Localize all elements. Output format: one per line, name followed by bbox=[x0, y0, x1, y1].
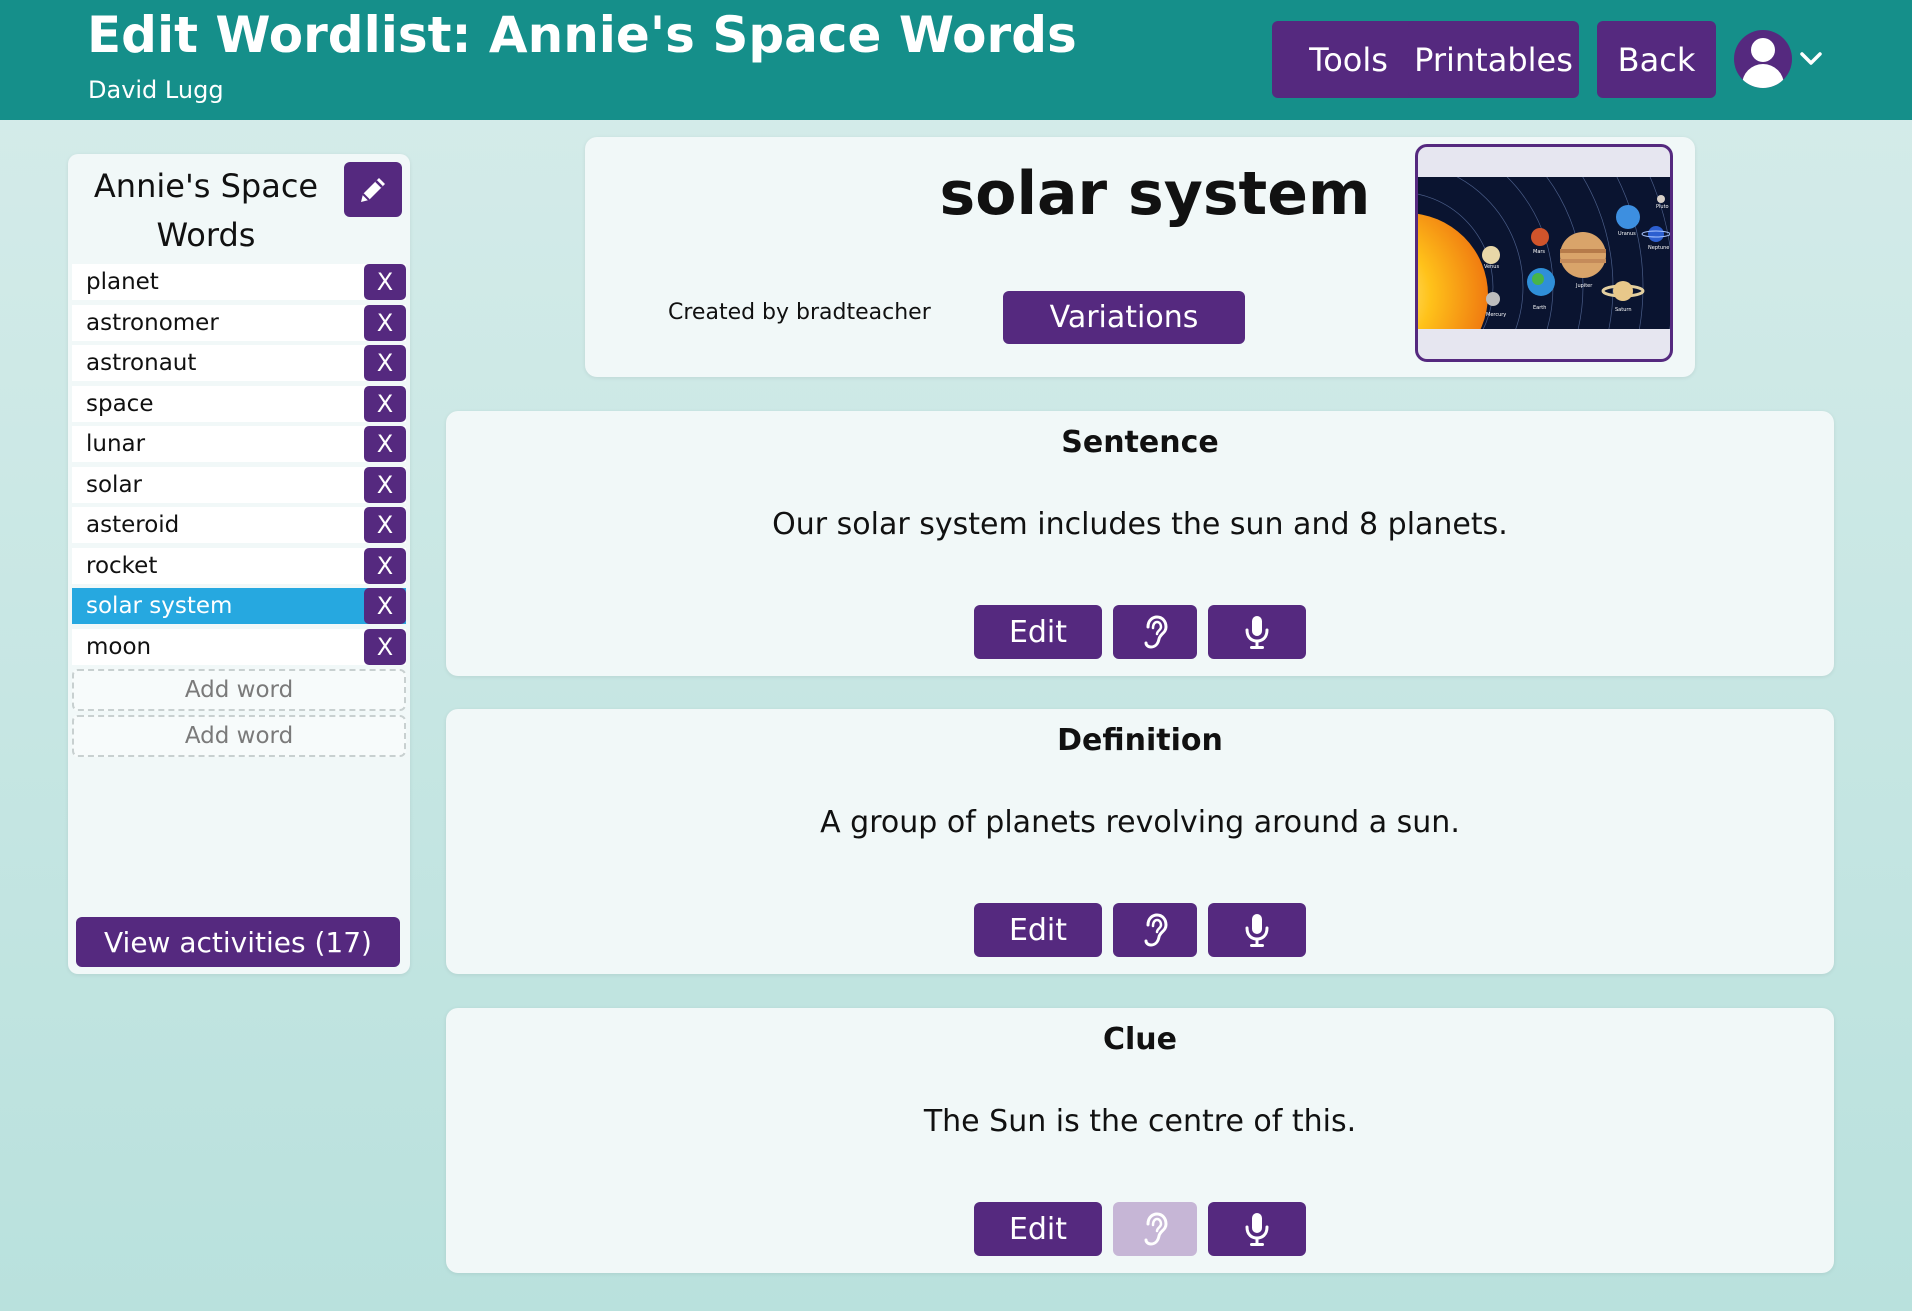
pencil-icon bbox=[361, 177, 385, 202]
image-label-mars: Mars bbox=[1533, 249, 1545, 255]
word-label: space bbox=[86, 390, 154, 417]
section-card-clue: Clue The Sun is the centre of this. Edit bbox=[446, 1008, 1834, 1273]
section-title: Definition bbox=[1057, 723, 1223, 758]
word-label: astronaut bbox=[86, 350, 197, 376]
printables-button[interactable]: Printables bbox=[1408, 21, 1579, 98]
word-heading: solar system bbox=[939, 159, 1371, 229]
word-list-item[interactable]: astronaut X bbox=[72, 345, 406, 381]
user-icon bbox=[1734, 30, 1792, 88]
word-label: planet bbox=[86, 269, 159, 295]
remove-word-button[interactable]: X bbox=[364, 547, 406, 584]
back-button[interactable]: Back bbox=[1597, 21, 1716, 98]
image-label-venus: Venus bbox=[1484, 264, 1499, 270]
word-list-item[interactable]: astronomer X bbox=[72, 304, 406, 341]
word-label: lunar bbox=[86, 431, 146, 457]
ear-icon bbox=[1144, 1212, 1168, 1246]
word-list-item[interactable]: lunar X bbox=[72, 426, 406, 462]
section-card-sentence: Sentence Our solar system includes the su… bbox=[446, 411, 1834, 676]
section-actions: Edit bbox=[974, 903, 1317, 957]
solar-system-image: Venus Mars Jupiter Uranus Neptune Pluto … bbox=[1418, 177, 1670, 329]
image-label-jupiter: Jupiter bbox=[1575, 283, 1593, 289]
image-label-saturn: Saturn bbox=[1615, 307, 1632, 313]
listen-button bbox=[1113, 1202, 1197, 1256]
word-list-item[interactable]: solar X bbox=[72, 466, 406, 503]
remove-word-button[interactable]: X bbox=[364, 628, 406, 665]
word-list: planet Xastronomer Xastronaut Xspace Xlunar X… bbox=[72, 264, 406, 761]
view-activities-button[interactable]: View activities (17) bbox=[76, 917, 400, 967]
section-title: Clue bbox=[1102, 1022, 1177, 1057]
image-label-uranus: Uranus bbox=[1618, 231, 1636, 237]
word-list-item[interactable]: moon X bbox=[72, 628, 406, 665]
edit-button[interactable]: Edit bbox=[974, 903, 1102, 957]
listen-button[interactable] bbox=[1113, 903, 1197, 957]
image-label-pluto: Pluto bbox=[1656, 204, 1669, 210]
word-label: moon bbox=[86, 633, 152, 660]
word-label: solar system bbox=[86, 593, 233, 619]
top-header: Edit Wordlist: Annie's Space Words David… bbox=[0, 0, 1912, 120]
user-name: David Lugg bbox=[88, 76, 224, 104]
record-button[interactable] bbox=[1208, 605, 1306, 659]
listen-button[interactable] bbox=[1113, 605, 1197, 659]
edit-wordlist-button[interactable] bbox=[344, 162, 402, 217]
variations-button[interactable]: Variations bbox=[1003, 291, 1245, 344]
remove-word-button[interactable]: X bbox=[364, 507, 406, 543]
word-image[interactable]: Venus Mars Jupiter Uranus Neptune Pluto … bbox=[1415, 144, 1673, 362]
microphone-icon bbox=[1245, 914, 1269, 947]
section-card-definition: Definition A group of planets revolving a… bbox=[446, 709, 1834, 974]
page-title: Edit Wordlist: Annie's Space Words bbox=[87, 6, 1077, 64]
microphone-icon bbox=[1245, 1213, 1269, 1246]
remove-word-button[interactable]: X bbox=[364, 385, 406, 422]
word-label: rocket bbox=[86, 552, 158, 579]
add-word-input[interactable]: Add word bbox=[72, 669, 406, 711]
remove-word-button[interactable]: X bbox=[364, 345, 406, 381]
image-label-mercury: Mercury bbox=[1486, 312, 1506, 318]
section-title: Sentence bbox=[1061, 425, 1219, 460]
wordlist-sidebar: Annie's Space Words planet Xastronomer Xas… bbox=[68, 154, 410, 974]
word-label: astronomer bbox=[86, 309, 219, 336]
edit-button[interactable]: Edit bbox=[974, 1202, 1102, 1256]
add-word-input[interactable]: Add word bbox=[72, 715, 406, 757]
word-label: solar bbox=[86, 471, 142, 498]
edit-button[interactable]: Edit bbox=[974, 605, 1102, 659]
remove-word-button[interactable]: X bbox=[364, 426, 406, 462]
remove-word-button[interactable]: X bbox=[364, 304, 406, 341]
created-by-label: Created by bradteacher bbox=[668, 300, 931, 325]
tools-button[interactable]: Tools bbox=[1272, 21, 1425, 98]
word-list-item[interactable]: asteroid X bbox=[72, 507, 406, 543]
word-list-item[interactable]: planet X bbox=[72, 264, 406, 300]
word-list-item[interactable]: solar system X bbox=[72, 588, 406, 624]
image-label-neptune: Neptune bbox=[1648, 245, 1669, 251]
word-list-item[interactable]: space X bbox=[72, 385, 406, 422]
section-text: The Sun is the centre of this. bbox=[923, 1104, 1357, 1139]
section-actions: Edit bbox=[974, 1202, 1317, 1256]
record-button[interactable] bbox=[1208, 903, 1306, 957]
image-label-earth: Earth bbox=[1533, 305, 1546, 311]
word-card: solar system Created by bradteacher Vari… bbox=[585, 137, 1695, 377]
user-menu[interactable] bbox=[1734, 28, 1824, 90]
remove-word-button[interactable]: X bbox=[364, 466, 406, 503]
microphone-icon bbox=[1245, 616, 1269, 649]
remove-word-button[interactable]: X bbox=[364, 264, 406, 300]
remove-word-button[interactable]: X bbox=[364, 588, 406, 624]
section-text: Our solar system includes the sun and 8 … bbox=[772, 507, 1508, 542]
section-actions: Edit bbox=[974, 605, 1317, 659]
section-text: A group of planets revolving around a su… bbox=[820, 805, 1460, 840]
chevron-down-icon bbox=[1800, 52, 1822, 65]
word-list-item[interactable]: rocket X bbox=[72, 547, 406, 584]
record-button[interactable] bbox=[1208, 1202, 1306, 1256]
ear-icon bbox=[1144, 615, 1168, 649]
ear-icon bbox=[1144, 913, 1168, 947]
wordlist-title: Annie's Space Words bbox=[93, 167, 319, 254]
word-label: asteroid bbox=[86, 512, 180, 538]
